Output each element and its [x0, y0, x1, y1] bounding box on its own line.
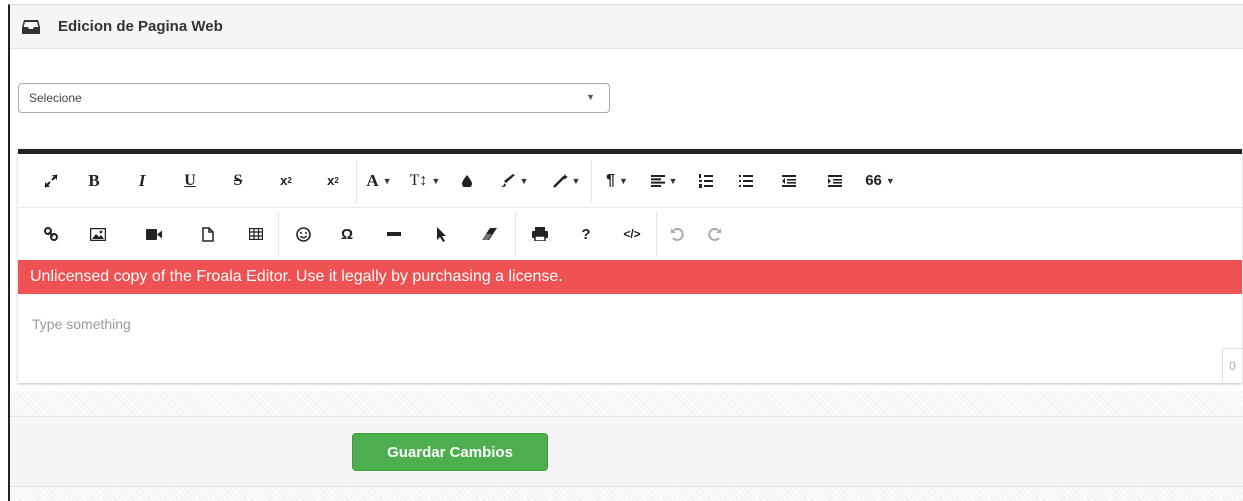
editor-content-area[interactable]: Type something 0: [18, 294, 1242, 382]
superscript-icon[interactable]: x2: [310, 166, 356, 196]
toolbar-row-2: Ω ? </>: [18, 208, 1242, 260]
help-icon[interactable]: ?: [564, 219, 608, 249]
table-icon[interactable]: [234, 219, 278, 249]
fullscreen-icon[interactable]: [32, 166, 70, 196]
inline-style-icon[interactable]: ▼: [485, 166, 541, 196]
ordered-list-icon[interactable]: [686, 166, 726, 196]
image-icon[interactable]: [70, 219, 126, 249]
editor-placeholder: Type something: [32, 316, 131, 332]
panel-footer: Guardar Cambios: [10, 417, 1243, 487]
save-changes-button[interactable]: Guardar Cambios: [352, 433, 548, 471]
outdent-icon[interactable]: [766, 166, 812, 196]
select-value: Selecione: [29, 91, 82, 105]
unordered-list-icon[interactable]: [726, 166, 766, 196]
char-counter: 0: [1222, 348, 1242, 382]
panel-title: Edicion de Pagina Web: [58, 18, 223, 35]
panel-header: Edicion de Pagina Web: [10, 5, 1243, 49]
undo-icon[interactable]: [657, 219, 697, 249]
paragraph-format-icon[interactable]: ¶ ▼: [592, 166, 642, 196]
code-view-icon[interactable]: </>: [608, 219, 656, 249]
paragraph-style-icon[interactable]: ▼: [541, 166, 591, 196]
video-icon[interactable]: [126, 219, 182, 249]
font-family-icon[interactable]: A ▼: [357, 166, 401, 196]
italic-icon[interactable]: I: [118, 166, 166, 196]
horizontal-line-icon[interactable]: [367, 219, 421, 249]
chevron-down-icon: ▼: [586, 92, 595, 102]
indent-icon[interactable]: [812, 166, 858, 196]
redo-icon[interactable]: [697, 219, 733, 249]
inbox-icon: [22, 19, 40, 35]
clear-formatting-icon[interactable]: [463, 219, 515, 249]
font-size-icon[interactable]: T↕ ▼: [401, 166, 449, 196]
link-icon[interactable]: [32, 219, 70, 249]
print-icon[interactable]: [516, 219, 564, 249]
bottom-band: [10, 487, 1243, 501]
emoticon-icon[interactable]: [279, 219, 327, 249]
bold-icon[interactable]: B: [70, 166, 118, 196]
align-icon[interactable]: ▼: [642, 166, 686, 196]
strikethrough-icon[interactable]: S: [214, 166, 262, 196]
special-characters-icon[interactable]: Ω: [327, 219, 367, 249]
select-all-icon[interactable]: [421, 219, 463, 249]
page-select[interactable]: Selecione ▼: [18, 83, 610, 113]
file-icon[interactable]: [182, 219, 234, 249]
toolbar-row-1: B I U S x2 x2 A ▼ T↕ ▼ ▼ ▼ ¶ ▼ ▼ 66 ▼: [18, 154, 1242, 208]
color-icon[interactable]: [449, 166, 485, 196]
divider-band: [10, 391, 1243, 417]
quote-icon[interactable]: 66 ▼: [858, 166, 902, 196]
subscript-icon[interactable]: x2: [262, 166, 310, 196]
page-frame: Edicion de Pagina Web Selecione ▼ B I U …: [8, 4, 1243, 501]
froala-editor: B I U S x2 x2 A ▼ T↕ ▼ ▼ ▼ ¶ ▼ ▼ 66 ▼ Ω …: [18, 149, 1242, 383]
underline-icon[interactable]: U: [166, 166, 214, 196]
license-notice: Unlicensed copy of the Froala Editor. Us…: [18, 260, 1242, 294]
